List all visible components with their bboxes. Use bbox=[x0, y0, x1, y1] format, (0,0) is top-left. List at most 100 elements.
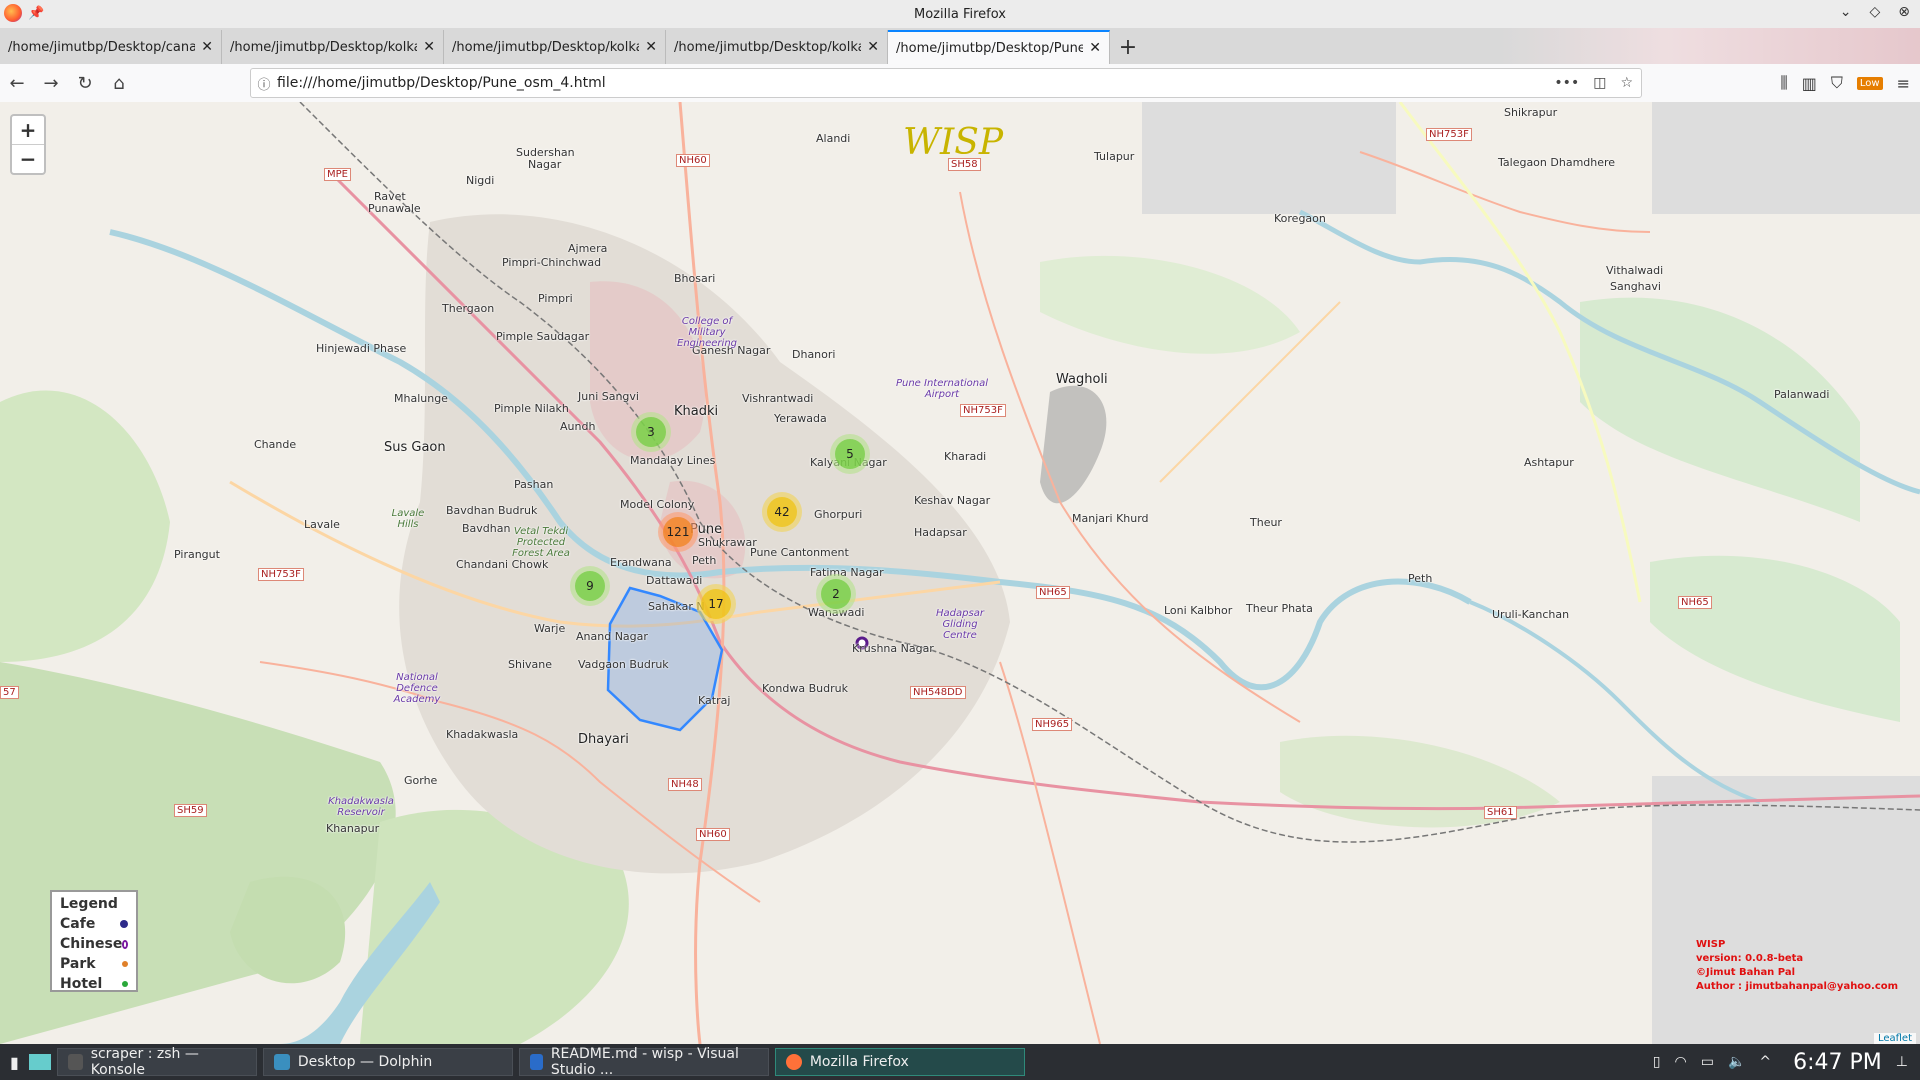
marker-cluster[interactable]: 17 bbox=[696, 584, 736, 624]
clipboard-icon[interactable]: ▯ bbox=[1653, 1054, 1661, 1070]
tab-2[interactable]: /home/jimutbp/Desktop/kolka ✕ bbox=[222, 30, 444, 64]
app-launcher-icon[interactable]: ▮ bbox=[10, 1053, 19, 1072]
minimize-icon[interactable]: ⌄ bbox=[1840, 4, 1852, 20]
shield-icon[interactable]: ⛉ bbox=[1831, 73, 1843, 93]
place-label: Bavdhan Budruk bbox=[446, 504, 538, 517]
place-label: Pimpri bbox=[538, 292, 573, 305]
tab-4[interactable]: /home/jimutbp/Desktop/kolka ✕ bbox=[666, 30, 888, 64]
place-label: Anand Nagar bbox=[576, 630, 648, 643]
pocket-icon[interactable]: ◫ bbox=[1593, 75, 1606, 91]
wifi-icon[interactable]: ◠ bbox=[1675, 1054, 1687, 1070]
place-label: Kondwa Budruk bbox=[762, 682, 848, 695]
place-label: Ghorpuri bbox=[814, 508, 863, 521]
place-label: Juni Sangvi bbox=[578, 390, 639, 403]
back-icon[interactable]: ← bbox=[0, 73, 34, 94]
clock[interactable]: 6:47 PM bbox=[1793, 1050, 1882, 1075]
cluster-count: 121 bbox=[663, 517, 693, 547]
place-label: Tulapur bbox=[1094, 150, 1135, 163]
zoom-out-button[interactable]: − bbox=[12, 144, 44, 173]
place-label: Koregaon bbox=[1274, 212, 1326, 225]
maximize-icon[interactable]: ◇ bbox=[1869, 4, 1880, 20]
map-container[interactable]: + − WISP Shikrapur Talegaon Dhamdhere Su… bbox=[0, 102, 1920, 1044]
url-bar[interactable]: ⓘ file:///home/jimutbp/Desktop/Pune_osm_… bbox=[250, 68, 1642, 98]
new-tab-icon[interactable]: + bbox=[1110, 30, 1146, 64]
place-label: Peth bbox=[1408, 572, 1433, 585]
tab-bar: /home/jimutbp/Desktop/cana ✕ /home/jimutb… bbox=[0, 28, 1920, 64]
tab-3[interactable]: /home/jimutbp/Desktop/kolka ✕ bbox=[444, 30, 666, 64]
place-label: Nagar bbox=[528, 158, 562, 171]
firefox-icon bbox=[785, 1054, 802, 1070]
tab-5-active[interactable]: /home/jimutbp/Desktop/Pune ✕ bbox=[888, 30, 1110, 64]
marker-cluster[interactable]: 5 bbox=[830, 434, 870, 474]
legend-dot bbox=[122, 939, 128, 949]
site-info-icon[interactable]: ⓘ bbox=[251, 74, 277, 93]
place-label: Shivane bbox=[508, 658, 552, 671]
task-label: Desktop — Dolphin bbox=[297, 1054, 433, 1070]
home-icon[interactable]: ⌂ bbox=[102, 73, 136, 94]
marker-cluster[interactable]: 3 bbox=[631, 412, 671, 452]
taskbar: ▮ scraper : zsh — Konsole Desktop — Dolp… bbox=[0, 1044, 1920, 1080]
tray-expand-icon[interactable]: ^ bbox=[1759, 1054, 1771, 1070]
pin-icon[interactable]: 📌 bbox=[28, 6, 44, 21]
map-legend: Legend Cafe Chinese Park Hotel bbox=[50, 890, 138, 992]
place-label: Pune International Airport bbox=[895, 378, 989, 400]
storage-icon[interactable]: ▭ bbox=[1701, 1054, 1714, 1070]
map-title: WISP bbox=[903, 122, 1004, 163]
forward-icon[interactable]: → bbox=[34, 73, 68, 94]
page-actions-icon[interactable]: ••• bbox=[1554, 75, 1579, 91]
place-label: Gorhe bbox=[404, 774, 438, 787]
place-label: Peth bbox=[692, 554, 717, 567]
info-line: Author : jimutbahanpal@yahoo.com bbox=[1696, 981, 1899, 992]
place-label: Keshav Nagar bbox=[914, 494, 991, 507]
cluster-count: 9 bbox=[575, 571, 605, 601]
tab-close-icon[interactable]: ✕ bbox=[423, 39, 435, 55]
terminal-icon bbox=[67, 1054, 83, 1070]
place-label: Wagholi bbox=[1056, 372, 1108, 387]
desktop-pager-icon[interactable] bbox=[28, 1054, 51, 1070]
task-vscode[interactable]: README.md - wisp - Visual Studio ... bbox=[518, 1046, 769, 1078]
volume-icon[interactable]: 🔈 bbox=[1728, 1054, 1745, 1070]
bookmark-star-icon[interactable]: ☆ bbox=[1620, 75, 1633, 91]
marker-cluster[interactable]: 2 bbox=[816, 574, 856, 614]
low-badge[interactable]: Low bbox=[1856, 76, 1883, 90]
tab-close-icon[interactable]: ✕ bbox=[201, 39, 213, 55]
highway-shield: NH48 bbox=[668, 778, 702, 791]
place-label: Hinjewadi Phase bbox=[316, 342, 407, 355]
marker-cluster[interactable]: 9 bbox=[570, 566, 610, 606]
pin-icon[interactable]: ⊥ bbox=[1896, 1054, 1908, 1070]
leaflet-attribution[interactable]: Leaflet bbox=[1873, 1033, 1916, 1044]
place-label: Bhosari bbox=[674, 272, 716, 285]
task-dolphin[interactable]: Desktop — Dolphin bbox=[262, 1048, 513, 1076]
sidebar-icon[interactable]: ▥ bbox=[1802, 74, 1817, 93]
menu-icon[interactable]: ≡ bbox=[1897, 74, 1910, 93]
place-label: Manjari Khurd bbox=[1072, 512, 1149, 525]
tab-label: /home/jimutbp/Desktop/kolka bbox=[452, 39, 640, 55]
place-label: Vadgaon Budruk bbox=[578, 658, 669, 671]
place-label: Krushna Nagar bbox=[852, 642, 934, 655]
reload-icon[interactable]: ↻ bbox=[68, 73, 102, 94]
close-icon[interactable]: ⊗ bbox=[1898, 4, 1910, 20]
place-label: Khadakwasla Reservoir bbox=[328, 796, 394, 818]
library-icon[interactable]: ⫼ bbox=[1780, 73, 1787, 93]
tab-close-icon[interactable]: ✕ bbox=[867, 39, 879, 55]
marker-cluster[interactable]: 42 bbox=[762, 492, 802, 532]
highway-shield: NH60 bbox=[696, 828, 730, 841]
task-firefox[interactable]: Mozilla Firefox bbox=[774, 1048, 1025, 1076]
place-label: Erandwana bbox=[610, 556, 672, 569]
tab-close-icon[interactable]: ✕ bbox=[1089, 40, 1101, 56]
zoom-in-button[interactable]: + bbox=[12, 116, 44, 144]
url-text[interactable]: file:///home/jimutbp/Desktop/Pune_osm_4.… bbox=[277, 75, 606, 91]
legend-label: Cafe bbox=[60, 916, 96, 932]
tab-close-icon[interactable]: ✕ bbox=[645, 39, 657, 55]
highway-shield: NH753F bbox=[258, 568, 304, 581]
highway-shield: SH58 bbox=[948, 158, 981, 171]
tab-label: /home/jimutbp/Desktop/kolka bbox=[674, 39, 862, 55]
place-label: Shukrawar bbox=[698, 536, 757, 549]
marker-cluster[interactable]: 121 bbox=[658, 512, 698, 552]
place-label: Vithalwadi bbox=[1606, 264, 1664, 277]
cluster-count: 17 bbox=[701, 589, 731, 619]
highway-shield: NH60 bbox=[676, 154, 710, 167]
tab-label: /home/jimutbp/Desktop/kolka bbox=[230, 39, 418, 55]
tab-1[interactable]: /home/jimutbp/Desktop/cana ✕ bbox=[0, 30, 222, 64]
task-konsole[interactable]: scraper : zsh — Konsole bbox=[56, 1046, 257, 1078]
